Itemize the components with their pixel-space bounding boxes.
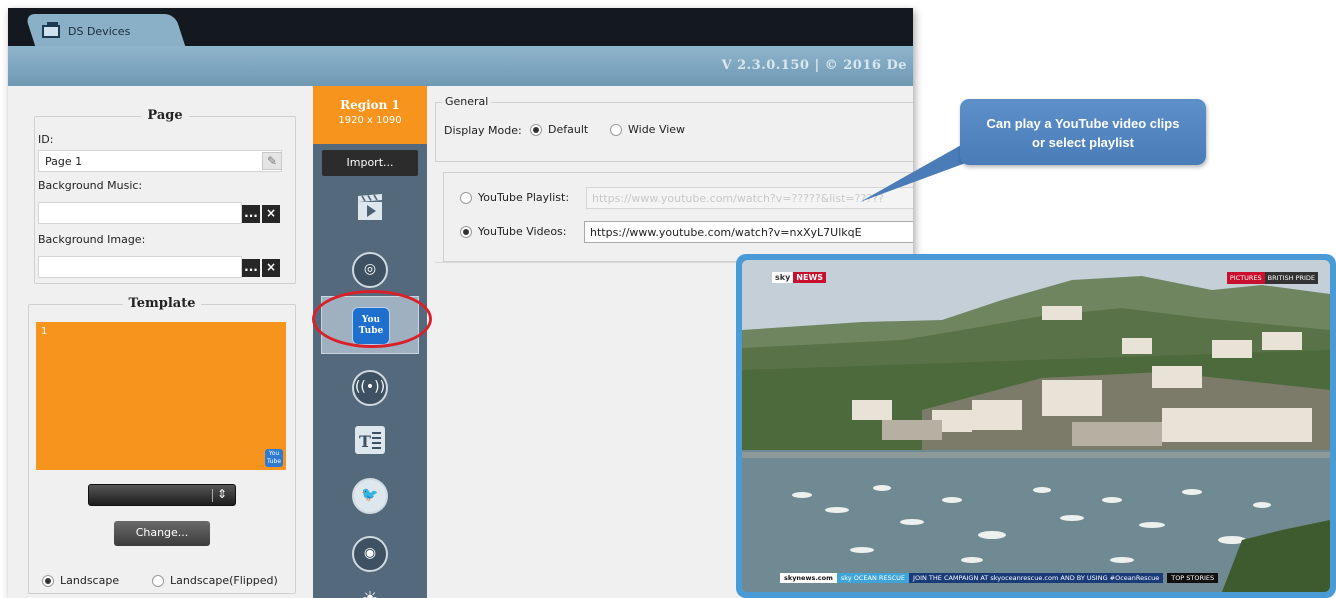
updown-arrow-icon: ⇕ (216, 487, 227, 501)
bg-image-browse-button[interactable]: ... (242, 259, 260, 277)
landscape-flipped-option[interactable]: Landscape(Flipped) (152, 574, 278, 587)
highlight-ellipse (312, 290, 432, 348)
callout-line-2: or select playlist (1032, 135, 1134, 150)
channel-logo: sky NEWS (772, 272, 827, 283)
news-ticker: skynews.com sky OCEAN RESCUE JOIN THE CA… (780, 572, 1219, 584)
landscape-radio[interactable] (42, 574, 54, 587)
bg-music-input[interactable] (38, 202, 242, 224)
rss-icon[interactable]: ◉ (352, 536, 388, 572)
default-radio[interactable] (530, 123, 542, 136)
version-text: V 2.3.0.150 | © 2016 De (721, 58, 907, 73)
ticker-site: skynews.com (780, 573, 837, 583)
landscape-label: Landscape (60, 574, 120, 587)
bg-image-label: Background Image: (38, 233, 146, 246)
landscape-option[interactable]: Landscape (42, 574, 119, 587)
video-clapper-icon[interactable] (352, 190, 388, 226)
banner-pictures: PICTURES (1226, 272, 1265, 284)
page-group-title: Page (141, 108, 189, 123)
svg-text:T: T (359, 432, 371, 451)
youtube-playlist-option[interactable]: YouTube Playlist: (460, 191, 569, 204)
import-button[interactable]: Import... (322, 150, 418, 176)
youtube-mini-icon: You Tube (265, 449, 283, 467)
callout-bubble: Can play a YouTube video clips or select… (960, 99, 1206, 165)
playlist-radio[interactable] (460, 191, 472, 204)
bg-music-clear-button[interactable]: × (262, 205, 280, 223)
region-number: 1 (41, 326, 48, 337)
stream-icon[interactable]: ((•)) (352, 370, 388, 406)
videos-label: YouTube Videos: (478, 225, 567, 238)
weather-sun-icon[interactable]: ☀ (352, 586, 388, 598)
general-legend: General (442, 95, 492, 108)
left-panel: Page ID: Page 1 ✎ Background Music: ... … (8, 86, 313, 598)
bg-music-label: Background Music: (38, 179, 143, 192)
landscape-flipped-label: Landscape(Flipped) (170, 574, 278, 587)
display-mode-wide[interactable]: Wide View (610, 123, 685, 136)
tab-label: DS Devices (68, 24, 131, 38)
text-icon[interactable]: T (352, 422, 388, 458)
bg-image-clear-button[interactable]: × (262, 259, 280, 277)
harbour-town-image (742, 260, 1330, 592)
template-select[interactable]: ⇕ (88, 484, 236, 506)
display-mode-default[interactable]: Default (530, 123, 588, 136)
bg-image-input[interactable] (38, 256, 242, 278)
ticker-top-stories: TOP STORIES (1167, 573, 1219, 583)
youtube-videos-option[interactable]: YouTube Videos: (460, 225, 566, 238)
landscape-flipped-radio[interactable] (152, 574, 164, 587)
ticker-tag: sky OCEAN RESCUE (836, 573, 910, 583)
change-template-button[interactable]: Change... (114, 521, 210, 546)
id-label: ID: (38, 133, 54, 146)
default-label: Default (548, 123, 589, 136)
title-bar: DS Devices (8, 8, 913, 46)
template-region-preview[interactable]: 1 You Tube (36, 322, 286, 470)
region-size: 1920 x 1090 (338, 115, 402, 126)
wide-view-label: Wide View (628, 123, 686, 136)
channel-logo-news: NEWS (793, 272, 827, 283)
video-preview-frame: sky NEWS PICTURES BRITISH PRIDE skynews.… (736, 254, 1336, 598)
bg-music-browse-button[interactable]: ... (242, 205, 260, 223)
callout-line-1: Can play a YouTube video clips (986, 116, 1180, 131)
video-scene: sky NEWS PICTURES BRITISH PRIDE skynews.… (742, 260, 1330, 592)
region-header: Region 1 1920 x 1090 (313, 86, 427, 144)
pictures-banner: PICTURES BRITISH PRIDE (1226, 272, 1318, 284)
devices-icon (42, 21, 60, 38)
template-group-title: Template (122, 296, 202, 311)
wide-view-radio[interactable] (610, 123, 622, 136)
videos-radio[interactable] (460, 225, 472, 238)
channel-logo-sky: sky (772, 272, 794, 283)
region-title: Region 1 (340, 98, 400, 112)
edit-pencil-icon[interactable]: ✎ (262, 152, 282, 170)
version-bar: V 2.3.0.150 | © 2016 De (8, 46, 913, 86)
ticker-text: JOIN THE CAMPAIGN AT skyoceanrescue.com … (909, 573, 1164, 583)
page-id-input[interactable]: Page 1 (38, 150, 282, 172)
globe-icon[interactable]: ◎ (352, 252, 388, 288)
tab-content: DS Devices (42, 21, 130, 41)
banner-british-pride: BRITISH PRIDE (1264, 272, 1318, 284)
video-url-input[interactable]: https://www.youtube.com/watch?v=nxXyL7Ul… (584, 221, 913, 243)
display-mode-label: Display Mode: (444, 124, 522, 137)
playlist-label: YouTube Playlist: (478, 191, 570, 204)
twitter-icon[interactable]: 🐦 (352, 478, 388, 514)
